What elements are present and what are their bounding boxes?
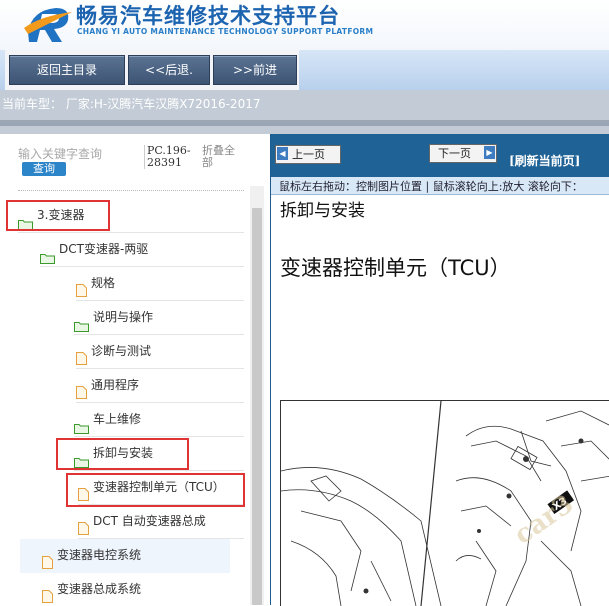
repair-diagram[interactable]: X3 car3 <box>280 400 609 606</box>
next-page-label: 下一页 <box>438 147 471 160</box>
content-panel: ◀ 上一页 下一页 ▶ [刷新当前页] 鼠标左右拖动：控制图片位置 | 鼠标滚轮… <box>270 134 609 606</box>
forward-button[interactable]: >>前进 <box>213 55 297 85</box>
scrollbar-thumb[interactable] <box>252 208 262 605</box>
next-page-button[interactable]: 下一页 ▶ <box>429 144 497 163</box>
tree-item-general-procedures[interactable]: 通用程序 <box>76 369 244 403</box>
search-button[interactable]: 查询 <box>22 162 66 176</box>
app-title: 畅易汽车维修技术支持平台 <box>76 4 340 28</box>
highlight-box <box>56 438 189 470</box>
back-button[interactable]: <<后退. <box>128 55 210 85</box>
folder-icon <box>74 312 89 332</box>
engine-bay-illustration: X3 car3 <box>281 401 609 606</box>
document-icon <box>76 379 87 399</box>
folder-icon <box>74 414 89 434</box>
logo-icon <box>24 8 72 42</box>
tree-item-dct-assembly[interactable]: DCT 自动变速器总成 <box>78 505 244 539</box>
highlight-box <box>66 473 245 507</box>
document-icon <box>42 583 53 603</box>
tree-panel: 查询 PC.196-28391 折叠全部 3.变速器 DCT变速器-两驱 规格 … <box>0 134 268 605</box>
search-area: 查询 PC.196-28391 折叠全部 <box>0 134 250 186</box>
main-toolbar: 返回主目录 <<后退. >>前进 <box>0 50 609 90</box>
tree-item-label: 规格 <box>91 276 116 290</box>
tree-item-dct-2wd[interactable]: DCT变速器-两驱 <box>40 233 244 267</box>
current-vehicle-text: 当前车型： 厂家:H-汉腾汽车汉腾X72016-2017 <box>2 97 261 111</box>
tree-item-label: 车上维修 <box>93 412 142 426</box>
arrow-left-icon: ◀ <box>277 147 288 160</box>
tree-item-diagnosis[interactable]: 诊断与测试 <box>76 335 244 369</box>
tree-item-specs[interactable]: 规格 <box>76 267 244 301</box>
tree-item-label: DCT变速器-两驱 <box>59 242 149 256</box>
search-input[interactable] <box>18 146 118 162</box>
hint-bar: 鼠标左右拖动：控制图片位置 | 鼠标滚轮向上:放大 滚轮向下： <box>271 177 609 195</box>
tree-item-electronic-control[interactable]: 变速器电控系统 <box>42 539 230 572</box>
app-subtitle: CHANG YI AUTO MAINTENANCE TECHNOLOGY SUP… <box>77 27 374 36</box>
tree-item-label: 变速器电控系统 <box>57 548 142 562</box>
content-toolbar: ◀ 上一页 下一页 ▶ [刷新当前页] <box>271 134 609 177</box>
folder-icon <box>40 244 55 264</box>
page-title: 变速器控制单元（TCU） <box>280 256 511 280</box>
tree-item-label: 变速器总成系统 <box>57 582 142 596</box>
pc-code-label: PC.196-28391 <box>144 145 195 169</box>
refresh-page-link[interactable]: [刷新当前页] <box>509 152 580 169</box>
document-icon <box>42 549 53 569</box>
collapse-all-link[interactable]: 折叠全部 <box>202 145 242 169</box>
tree-item-label: 诊断与测试 <box>91 344 152 358</box>
tree-item-in-vehicle-repair[interactable]: 车上维修 <box>74 403 244 437</box>
current-vehicle-bar: 当前车型： 厂家:H-汉腾汽车汉腾X72016-2017 <box>0 90 609 134</box>
tree-item-assembly-system[interactable]: 变速器总成系统 <box>42 573 244 605</box>
tree-item-partial <box>18 186 244 191</box>
tree-item-label: 通用程序 <box>91 378 140 392</box>
document-icon <box>78 515 89 535</box>
section-heading: 拆卸与安装 <box>280 201 365 221</box>
prev-page-label: 上一页 <box>292 148 325 161</box>
home-button[interactable]: 返回主目录 <box>9 55 125 85</box>
document-icon <box>76 277 87 297</box>
arrow-right-icon: ▶ <box>484 146 495 159</box>
app-header: 畅易汽车维修技术支持平台 CHANG YI AUTO MAINTENANCE T… <box>0 0 609 50</box>
tree-item-description[interactable]: 说明与操作 <box>74 301 244 335</box>
hint-text: 鼠标左右拖动：控制图片位置 | 鼠标滚轮向上:放大 滚轮向下： <box>279 180 583 193</box>
highlight-box <box>6 200 110 231</box>
prev-page-button[interactable]: ◀ 上一页 <box>275 145 341 164</box>
divider <box>0 120 609 126</box>
tree-item-label: 说明与操作 <box>93 310 154 324</box>
tree-item-label: DCT 自动变速器总成 <box>93 514 206 528</box>
document-icon <box>76 345 87 365</box>
toolbar-button-group: 返回主目录 <<后退. >>前进 <box>5 50 299 90</box>
